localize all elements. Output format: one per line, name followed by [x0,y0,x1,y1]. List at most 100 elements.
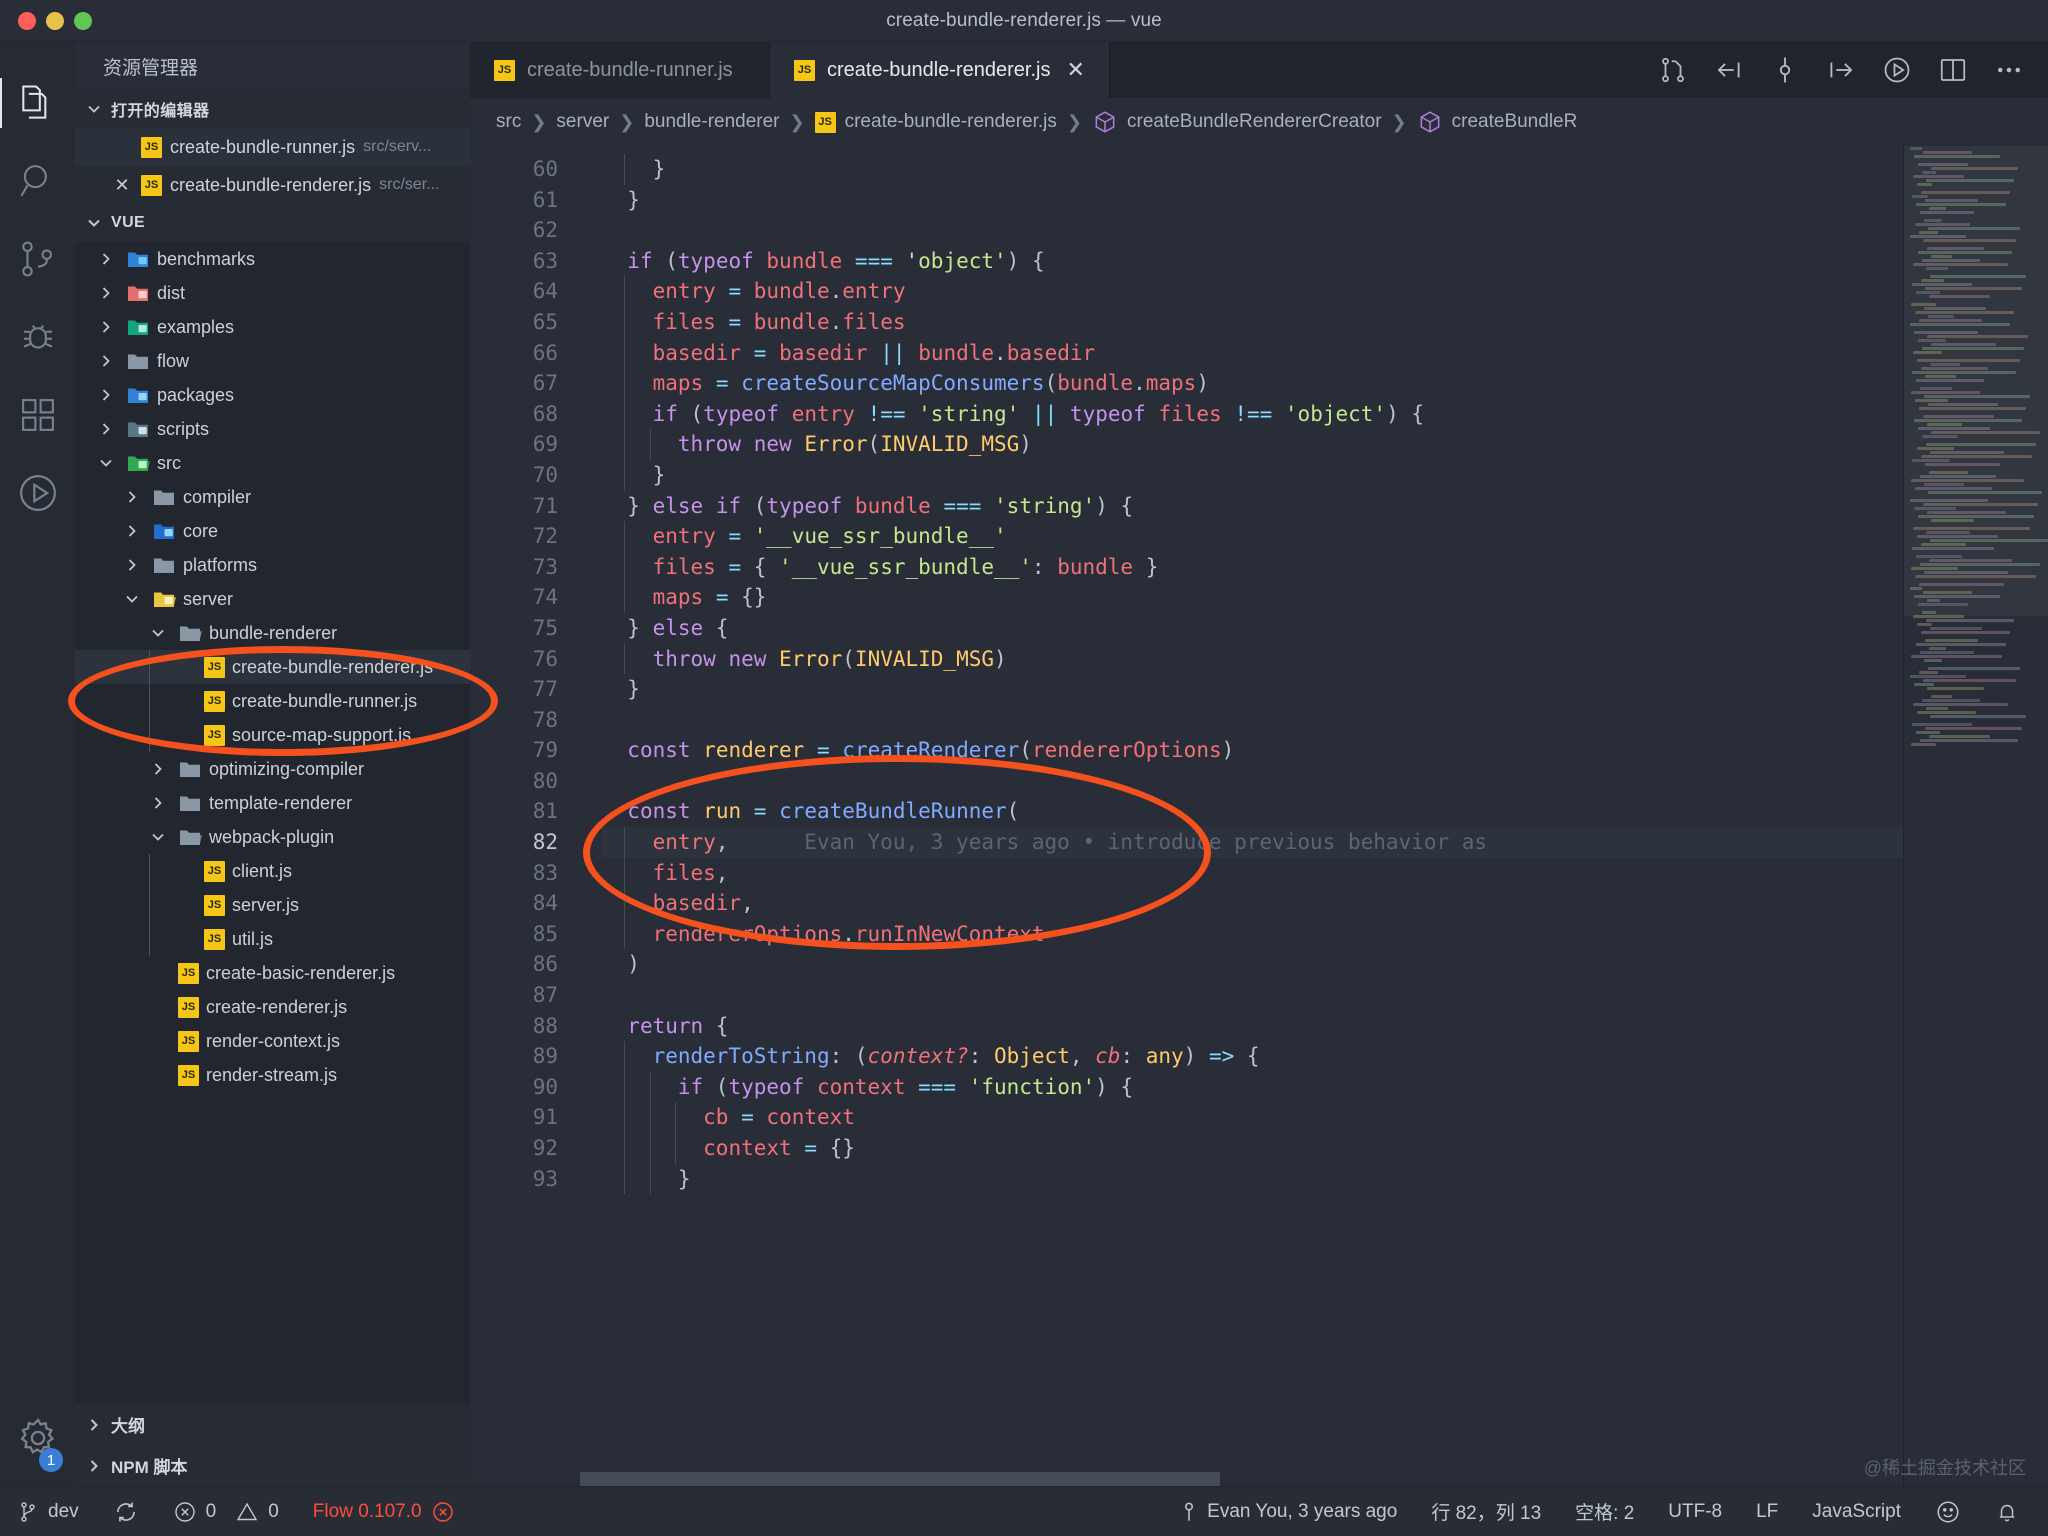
code-line[interactable]: const renderer = createRenderer(renderer… [602,735,2048,766]
tree-folder-item[interactable]: optimizing-compiler [75,752,470,786]
activity-item-explorer[interactable] [0,64,75,142]
tree-file-item[interactable]: JS create-bundle-renderer.js [75,650,470,684]
code-line[interactable] [602,215,2048,246]
activity-item-run-and-debug[interactable] [0,298,75,376]
code-line[interactable] [602,766,2048,797]
breadcrumb[interactable]: src ❯ server ❯ bundle-renderer ❯ JS create-bund… [470,98,2048,146]
chevron-down-icon[interactable] [145,623,171,643]
activity-item-manage[interactable]: 1 [0,1408,75,1486]
outline-panel-header[interactable]: 大纲 [75,1404,470,1445]
tree-folder-item[interactable]: compiler [75,480,470,514]
tree-folder-item[interactable]: dist [75,276,470,310]
code-line[interactable]: if (typeof entry !== 'string' || typeof … [602,398,2048,430]
code-line[interactable] [602,705,2048,736]
chevron-right-icon[interactable] [93,249,119,269]
open-editor-item[interactable]: JS create-bundle-runner.js src/serv... [75,128,470,166]
breadcrumb-item[interactable]: createBundleR [1417,109,1577,135]
code-line[interactable]: throw new Error(INVALID_MSG) [602,429,2048,460]
code-line[interactable]: files = bundle.files [602,306,2048,338]
code-line[interactable] [602,980,2048,1011]
status-problems[interactable]: 0 0 [156,1500,296,1524]
workspace-header[interactable]: VUE [75,204,470,242]
tree-file-item[interactable]: JS render-stream.js [75,1058,470,1092]
code-line[interactable]: } [602,1163,2048,1195]
npm-scripts-panel-header[interactable]: NPM 脚本 [75,1445,470,1486]
code-line[interactable]: } [602,674,2048,705]
tree-file-item[interactable]: JS create-basic-renderer.js [75,956,470,990]
activity-item-testing[interactable] [0,454,75,532]
code-line[interactable]: entry = '__vue_ssr_bundle__' [602,521,2048,552]
code-line[interactable]: basedir = basedir || bundle.basedir [602,337,2048,369]
status-eol[interactable]: LF [1739,1501,1795,1523]
chevron-right-icon[interactable] [119,487,145,507]
tab-create-bundle-renderer[interactable]: JS create-bundle-renderer.js ✕ [770,42,1110,98]
status-indentation[interactable]: 空格: 2 [1558,1498,1651,1525]
code-line[interactable]: if (typeof bundle === 'object') { [602,246,2048,277]
open-editors-header[interactable]: 打开的编辑器 [75,90,470,128]
status-branch[interactable]: dev [0,1500,96,1524]
open-editor-item[interactable]: ✕ JS create-bundle-renderer.js src/ser..… [75,166,470,204]
tree-folder-item[interactable]: webpack-plugin [75,820,470,854]
code-line[interactable]: rendererOptions.runInNewContext [602,918,2048,950]
breadcrumb-item[interactable]: bundle-renderer [644,111,779,133]
code-content[interactable]: } } if (typeof bundle === 'object') { en… [580,146,2048,1486]
chevron-right-icon[interactable] [93,283,119,303]
code-line[interactable]: return { [602,1011,2048,1042]
chevron-right-icon[interactable] [93,385,119,405]
code-line[interactable]: } else { [602,613,2048,644]
arrow-left-icon[interactable] [1714,55,1746,85]
activity-item-extensions[interactable] [0,376,75,454]
chevron-down-icon[interactable] [119,589,145,609]
tree-folder-item[interactable]: platforms [75,548,470,582]
status-sync[interactable] [96,1499,156,1525]
chevron-right-icon[interactable] [93,317,119,337]
status-notifications[interactable] [1978,1499,2036,1525]
code-line[interactable]: maps = createSourceMapConsumers(bundle.m… [602,368,2048,399]
code-line[interactable]: } else if (typeof bundle === 'string') { [602,491,2048,522]
code-line[interactable]: ) [602,949,2048,980]
tree-file-item[interactable]: JS source-map-support.js [75,718,470,752]
code-line[interactable]: cb = context [602,1102,2048,1133]
tree-file-item[interactable]: JS server.js [75,888,470,922]
code-line[interactable]: const run = createBundleRunner( [602,796,2048,827]
code-editor[interactable]: 60 61 62 63 64 65 66 67 68 69 70 71 72 73 74 75 76 77 78 79… [470,146,2048,1486]
tree-folder-item[interactable]: src [75,446,470,480]
tab-create-bundle-runner[interactable]: JS create-bundle-runner.js [470,42,770,98]
status-feedback[interactable] [1918,1499,1978,1525]
activity-item-search[interactable] [0,142,75,220]
status-encoding[interactable]: UTF-8 [1651,1501,1739,1523]
tree-folder-item[interactable]: bundle-renderer [75,616,470,650]
beaker-icon[interactable] [1882,55,1912,85]
code-line[interactable]: } [602,154,2048,185]
tree-file-item[interactable]: JS create-renderer.js [75,990,470,1024]
tree-folder-item[interactable]: core [75,514,470,548]
chevron-down-icon[interactable] [93,453,119,473]
breadcrumb-item[interactable]: server [556,111,609,133]
code-line[interactable]: context = {} [602,1133,2048,1164]
breadcrumb-item[interactable]: createBundleRendererCreator [1092,109,1382,135]
tree-file-item[interactable]: JS create-bundle-runner.js [75,684,470,718]
split-editor-icon[interactable] [1938,55,1968,85]
code-line[interactable]: files, [602,857,2048,889]
tree-folder-item[interactable]: examples [75,310,470,344]
code-line[interactable]: entry = bundle.entry [602,276,2048,307]
tree-folder-item[interactable]: template-renderer [75,786,470,820]
chevron-right-icon[interactable] [145,759,171,779]
close-icon[interactable]: ✕ [111,175,133,196]
tree-folder-item[interactable]: packages [75,378,470,412]
tree-file-item[interactable]: JS util.js [75,922,470,956]
chevron-right-icon[interactable] [93,419,119,439]
close-icon[interactable]: ✕ [1066,57,1084,83]
horizontal-scrollbar[interactable] [580,1472,1904,1486]
tree-folder-item[interactable]: scripts [75,412,470,446]
tree-folder-item[interactable]: benchmarks [75,242,470,276]
status-flow[interactable]: Flow 0.107.0 [296,1500,472,1524]
chevron-right-icon[interactable] [119,555,145,575]
tree-file-item[interactable]: JS client.js [75,854,470,888]
tree-folder-item[interactable]: server [75,582,470,616]
breadcrumb-item[interactable]: src [496,111,521,133]
file-tree[interactable]: benchmarks dist examples flow packages script… [75,242,470,1404]
code-line[interactable]: entry, Evan You, 3 years ago • introduce… [602,827,2048,858]
code-line[interactable]: files = { '__vue_ssr_bundle__': bundle } [602,551,2048,583]
chevron-right-icon[interactable] [145,793,171,813]
